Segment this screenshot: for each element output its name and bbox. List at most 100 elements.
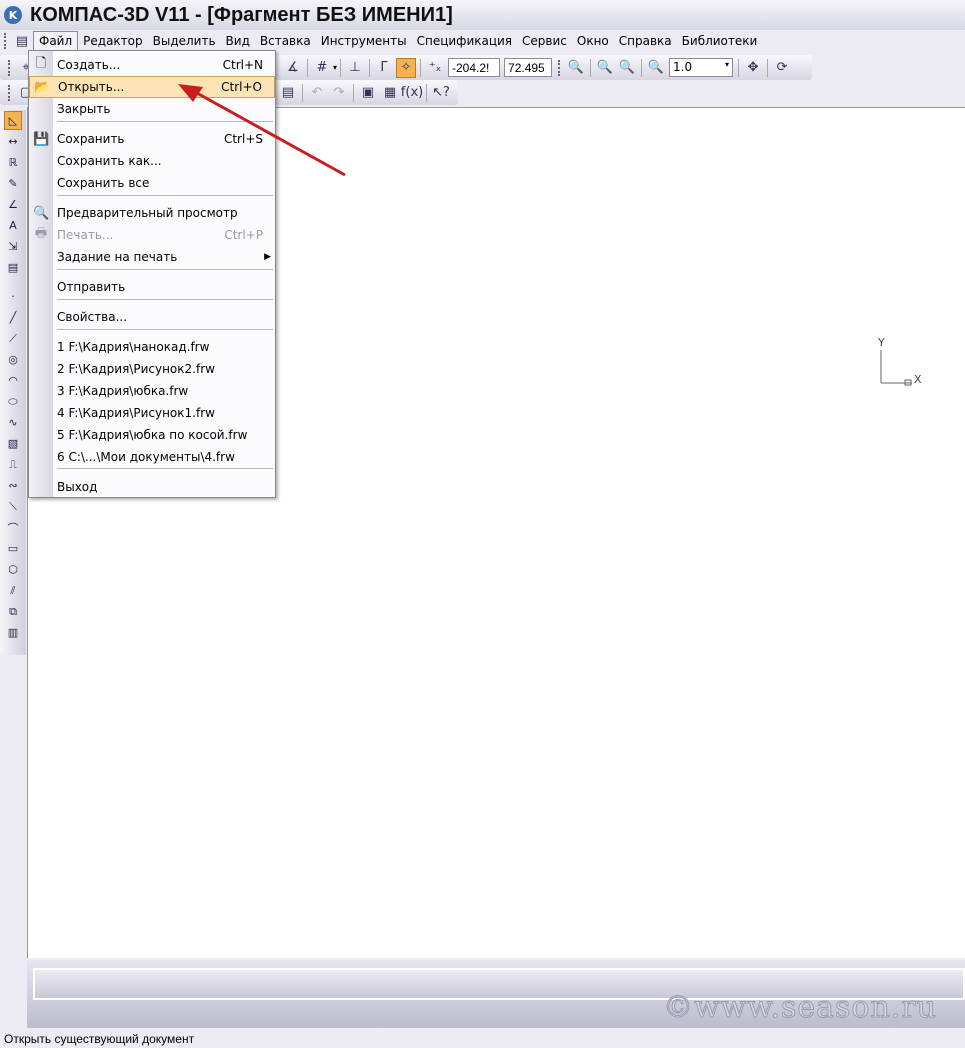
menu-specification[interactable]: Спецификация [412, 32, 517, 50]
watermark: ©www.season.ru [662, 990, 937, 1026]
menu-bar: ▤ Файл Редактор Выделить Вид Вставка Инс… [0, 31, 965, 51]
rectangle-icon[interactable]: ▭ [4, 539, 22, 558]
document-icon[interactable]: ▤ [12, 31, 32, 51]
fillet-icon[interactable]: ⌒ [4, 518, 22, 537]
contour-icon[interactable]: ⧉ [4, 602, 22, 621]
menu-item[interactable]: 📂 Открыть... Ctrl+O [29, 76, 275, 98]
hatch-icon[interactable]: ▧ [4, 434, 22, 453]
menu-item[interactable]: Задание на печать ▶ [29, 246, 275, 268]
polygon-icon[interactable]: ⬡ [4, 560, 22, 579]
segment-icon[interactable]: ⟋ [4, 329, 22, 348]
menu-item[interactable]: 3 F:\Кадрия\юбка.frw [29, 380, 275, 402]
menu-item-shortcut: Ctrl+P [224, 228, 263, 242]
circle-icon[interactable]: ◎ [4, 350, 22, 369]
menu-item-label: Предварительный просмотр [57, 206, 238, 220]
bezier-icon[interactable]: ∾ [4, 476, 22, 495]
menu-separator [57, 329, 273, 330]
ortho-mode-icon[interactable]: Γ [374, 58, 394, 78]
menu-item[interactable]: 1 F:\Кадрия\нанокад.frw [29, 336, 275, 358]
equidistant-icon[interactable]: ⫽ [4, 581, 22, 600]
menu-item-label: 4 F:\Кадрия\Рисунок1.frw [57, 406, 215, 420]
menu-item-label: 1 F:\Кадрия\нанокад.frw [57, 340, 210, 354]
grid-icon[interactable]: # [312, 58, 332, 78]
print-icon: 🖶 [34, 226, 48, 241]
menu-select[interactable]: Выделить [148, 32, 221, 50]
coord-x-field[interactable] [448, 58, 501, 77]
menu-edit[interactable]: Редактор [78, 32, 147, 50]
edit-icon[interactable]: ✎ [4, 174, 22, 193]
menu-item[interactable]: 🖶 Печать... Ctrl+P [29, 224, 275, 246]
variables-button[interactable]: f(x) [401, 83, 423, 103]
parametrize-icon[interactable]: ∠ [4, 195, 22, 214]
zoom-window-icon[interactable]: 🔍 [595, 58, 615, 78]
coord-y-field[interactable] [504, 58, 553, 77]
menu-separator [57, 195, 273, 196]
toolbar-grip[interactable] [558, 59, 562, 76]
arc-icon[interactable]: ◠ [4, 371, 22, 390]
undo-icon[interactable]: ↶ [307, 83, 327, 103]
notation-icon[interactable]: ℝ [4, 153, 22, 172]
menu-item-label: Задание на печать [57, 250, 178, 264]
menu-item[interactable]: 🔍 Предварительный просмотр [29, 202, 275, 224]
menu-item[interactable]: 4 F:\Кадрия\Рисунок1.frw [29, 402, 275, 424]
menu-item[interactable]: 2 F:\Кадрия\Рисунок2.frw [29, 358, 275, 380]
menu-item-label: 5 F:\Кадрия\юбка по косой.frw [57, 428, 248, 442]
menu-item-label: 3 F:\Кадрия\юбка.frw [57, 384, 189, 398]
menu-insert[interactable]: Вставка [255, 32, 316, 50]
zoom-scale-icon[interactable]: 🔍 [617, 58, 637, 78]
menu-help[interactable]: Справка [614, 32, 677, 50]
spec-icon[interactable]: ▤ [4, 258, 22, 277]
geometry-icon[interactable]: ◺ [4, 111, 22, 130]
menu-item-label: Открыть... [58, 80, 125, 94]
point-icon[interactable]: · [4, 287, 22, 306]
menu-libraries[interactable]: Библиотеки [677, 32, 763, 50]
spline-icon[interactable]: ∿ [4, 413, 22, 432]
pan-icon[interactable]: ✥ [743, 58, 763, 78]
zoom-frame-icon[interactable]: 🔍 [566, 58, 586, 78]
menu-item[interactable]: 💾 Сохранить Ctrl+S [29, 128, 275, 150]
menu-file[interactable]: Файл [33, 31, 79, 51]
measure-icon[interactable]: A [4, 216, 22, 235]
menu-separator [57, 121, 273, 122]
ellipse-icon[interactable]: ⬭ [4, 392, 22, 411]
menu-item-shortcut: Ctrl+N [222, 58, 263, 72]
menu-item-shortcut: Ctrl+O [221, 80, 262, 94]
ortho-icon[interactable]: ∡ [283, 58, 303, 78]
local-cs-icon[interactable]: ⊥ [345, 58, 365, 78]
refresh-icon[interactable]: ⟳ [772, 58, 792, 78]
tree-icon[interactable]: ▤ [278, 83, 298, 103]
menu-item[interactable]: 6 C:\...\Мои документы\4.frw [29, 446, 275, 468]
library-icon[interactable]: ▦ [380, 83, 400, 103]
chamfer-icon[interactable]: ⟍ [4, 497, 22, 516]
new-document-icon: 🗋 [35, 56, 47, 71]
help-pointer-icon[interactable]: ↖? [431, 83, 451, 103]
submenu-arrow-icon: ▶ [264, 252, 271, 262]
line-icon[interactable]: ╱ [4, 308, 22, 327]
toolbar-grip[interactable] [8, 59, 12, 76]
menu-item[interactable]: Сохранить как... [29, 150, 275, 172]
menu-item[interactable]: Отправить [29, 276, 275, 298]
menu-window[interactable]: Окно [572, 32, 614, 50]
polyline-icon[interactable]: ⎍ [4, 455, 22, 474]
zoom-select[interactable]: 1.0 ▾ [669, 58, 734, 77]
menu-item-label: 2 F:\Кадрия\Рисунок2.frw [57, 362, 215, 376]
menu-item[interactable]: 🗋 Создать... Ctrl+N [29, 54, 275, 76]
toolbar-grip[interactable] [8, 84, 12, 101]
select-icon[interactable]: ⇲ [4, 237, 22, 256]
menu-service[interactable]: Сервис [517, 32, 572, 50]
fill-icon[interactable]: ▥ [4, 623, 22, 642]
menu-item[interactable]: Свойства... [29, 306, 275, 328]
menu-item[interactable]: Выход [29, 476, 275, 498]
menu-tools[interactable]: Инструменты [316, 32, 412, 50]
redo-icon[interactable]: ↷ [329, 83, 349, 103]
dimensions-icon[interactable]: ↔ [4, 132, 22, 151]
menu-view[interactable]: Вид [221, 32, 255, 50]
menu-item[interactable]: 5 F:\Кадрия\юбка по косой.frw [29, 424, 275, 446]
snaps-icon[interactable]: ✧ [396, 57, 417, 78]
kompas-logo-icon: K [4, 6, 22, 24]
zoom-in-icon[interactable]: 🔍 [646, 58, 666, 78]
menu-item[interactable]: Сохранить все [29, 172, 275, 194]
manager-icon[interactable]: ▣ [358, 83, 378, 103]
menu-item[interactable]: Закрыть [29, 98, 275, 120]
toolbar-grip[interactable] [4, 33, 8, 49]
